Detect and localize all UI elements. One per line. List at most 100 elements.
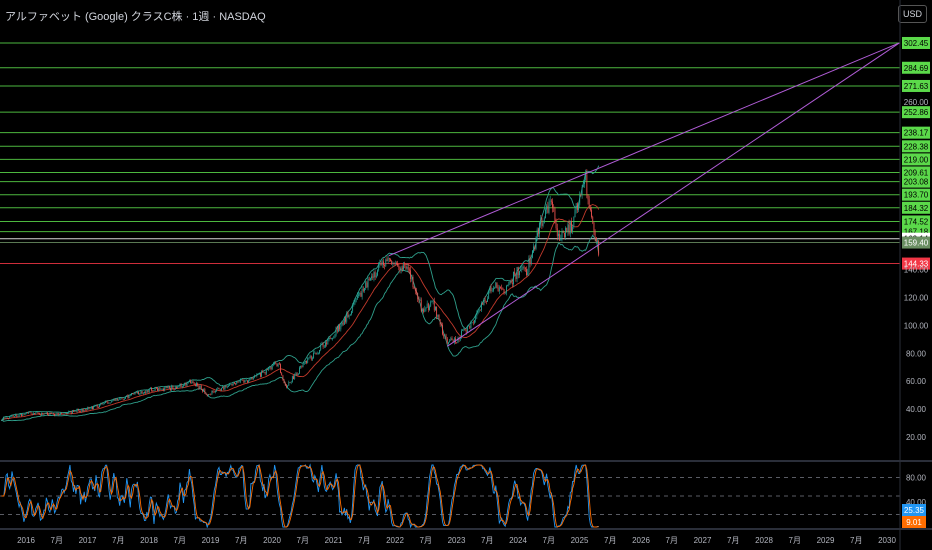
candle-body — [478, 310, 480, 311]
candle-body — [535, 239, 537, 249]
candle-body — [51, 413, 53, 415]
candle-body — [247, 380, 248, 383]
candle-body — [225, 385, 227, 388]
candle-body — [97, 407, 99, 408]
candle-body — [548, 202, 550, 213]
candle-body — [294, 374, 296, 379]
candle-body — [329, 337, 331, 340]
candle-body — [332, 337, 333, 339]
candle-body — [578, 204, 579, 211]
candle-body — [19, 414, 21, 415]
candle-body — [131, 393, 132, 396]
candle-body — [529, 258, 531, 264]
candle-body — [521, 268, 523, 270]
candle-body — [167, 386, 169, 389]
candle-body — [103, 402, 105, 404]
candle-body — [368, 278, 370, 280]
candle-body — [438, 314, 440, 320]
candle-body — [9, 416, 11, 419]
candle-body — [491, 290, 493, 292]
chart-canvas[interactable]: 302.45 284.69 271.63 252.86 238.17 228.38 219.… — [0, 0, 932, 550]
time-tick: 7月 — [358, 536, 370, 545]
candle-body — [262, 371, 264, 373]
candle-body — [387, 257, 389, 261]
candle-body — [291, 376, 293, 382]
candle-body — [562, 231, 564, 233]
candle-body — [451, 338, 453, 340]
candle-body — [122, 398, 124, 400]
candle-body — [443, 334, 445, 337]
candle-body — [286, 385, 287, 388]
candle-body — [268, 368, 270, 370]
candle-body — [60, 413, 61, 415]
candle-body — [366, 282, 368, 288]
osc-tick: 80.00 — [906, 473, 927, 482]
candle-body — [485, 301, 487, 302]
candle-body — [158, 388, 160, 391]
candle-body — [533, 246, 535, 251]
candle-body — [543, 218, 545, 224]
candle-body — [479, 310, 481, 311]
candle-body — [236, 381, 238, 385]
candle-body — [386, 259, 388, 261]
candle-body — [79, 410, 80, 412]
candle-body — [257, 374, 259, 376]
candle-body — [14, 415, 15, 417]
candle-body — [132, 393, 134, 394]
candle-body — [580, 194, 582, 196]
candle-body — [128, 395, 130, 399]
candle-body — [396, 263, 397, 265]
candle-body — [177, 386, 179, 389]
candle-body — [216, 389, 218, 392]
candle-body — [263, 372, 265, 373]
candle-body — [367, 278, 369, 288]
candle-body — [435, 307, 436, 311]
candle-body — [373, 272, 375, 278]
candle-body — [224, 385, 226, 390]
candle-body — [243, 379, 245, 383]
time-tick: 7月 — [604, 536, 616, 545]
candle-body — [297, 373, 299, 376]
candle-body — [440, 324, 442, 326]
candle-body — [228, 385, 229, 387]
candle-body — [370, 278, 371, 280]
candle-body — [484, 299, 486, 302]
candle-body — [335, 327, 337, 335]
candle-body — [187, 382, 189, 383]
candle-body — [433, 300, 435, 311]
candle-body — [553, 207, 555, 209]
candles — [0, 169, 600, 421]
candle-body — [588, 199, 590, 208]
candle-body — [68, 411, 70, 413]
candle-body — [322, 343, 324, 347]
candle-body — [356, 295, 358, 299]
candle-body — [320, 344, 322, 350]
candle-body — [488, 292, 490, 299]
candle-body — [183, 385, 184, 387]
candle-body — [0, 420, 2, 421]
candle-body — [54, 414, 56, 416]
candle-body — [29, 412, 31, 413]
candle-body — [63, 414, 65, 415]
candle-body — [32, 413, 34, 415]
candle-body — [469, 325, 471, 328]
candle-body — [348, 315, 350, 317]
candle-body — [144, 391, 145, 394]
time-tick: 2017 — [79, 536, 97, 545]
candle-body — [490, 287, 492, 291]
candle-body — [184, 383, 186, 386]
candle-body — [281, 372, 283, 376]
candle-body — [584, 179, 585, 185]
candle-body — [340, 325, 342, 330]
candle-body — [549, 200, 551, 203]
candle-body — [207, 393, 209, 396]
candle-body — [142, 393, 144, 394]
candle-body — [264, 372, 266, 374]
candle-body — [193, 382, 195, 385]
candle-body — [351, 311, 352, 315]
candle-body — [42, 413, 44, 415]
time-tick: 2028 — [755, 536, 773, 545]
level-label: 302.45 — [904, 39, 929, 48]
candle-body — [17, 416, 19, 418]
candle-body — [173, 388, 175, 390]
